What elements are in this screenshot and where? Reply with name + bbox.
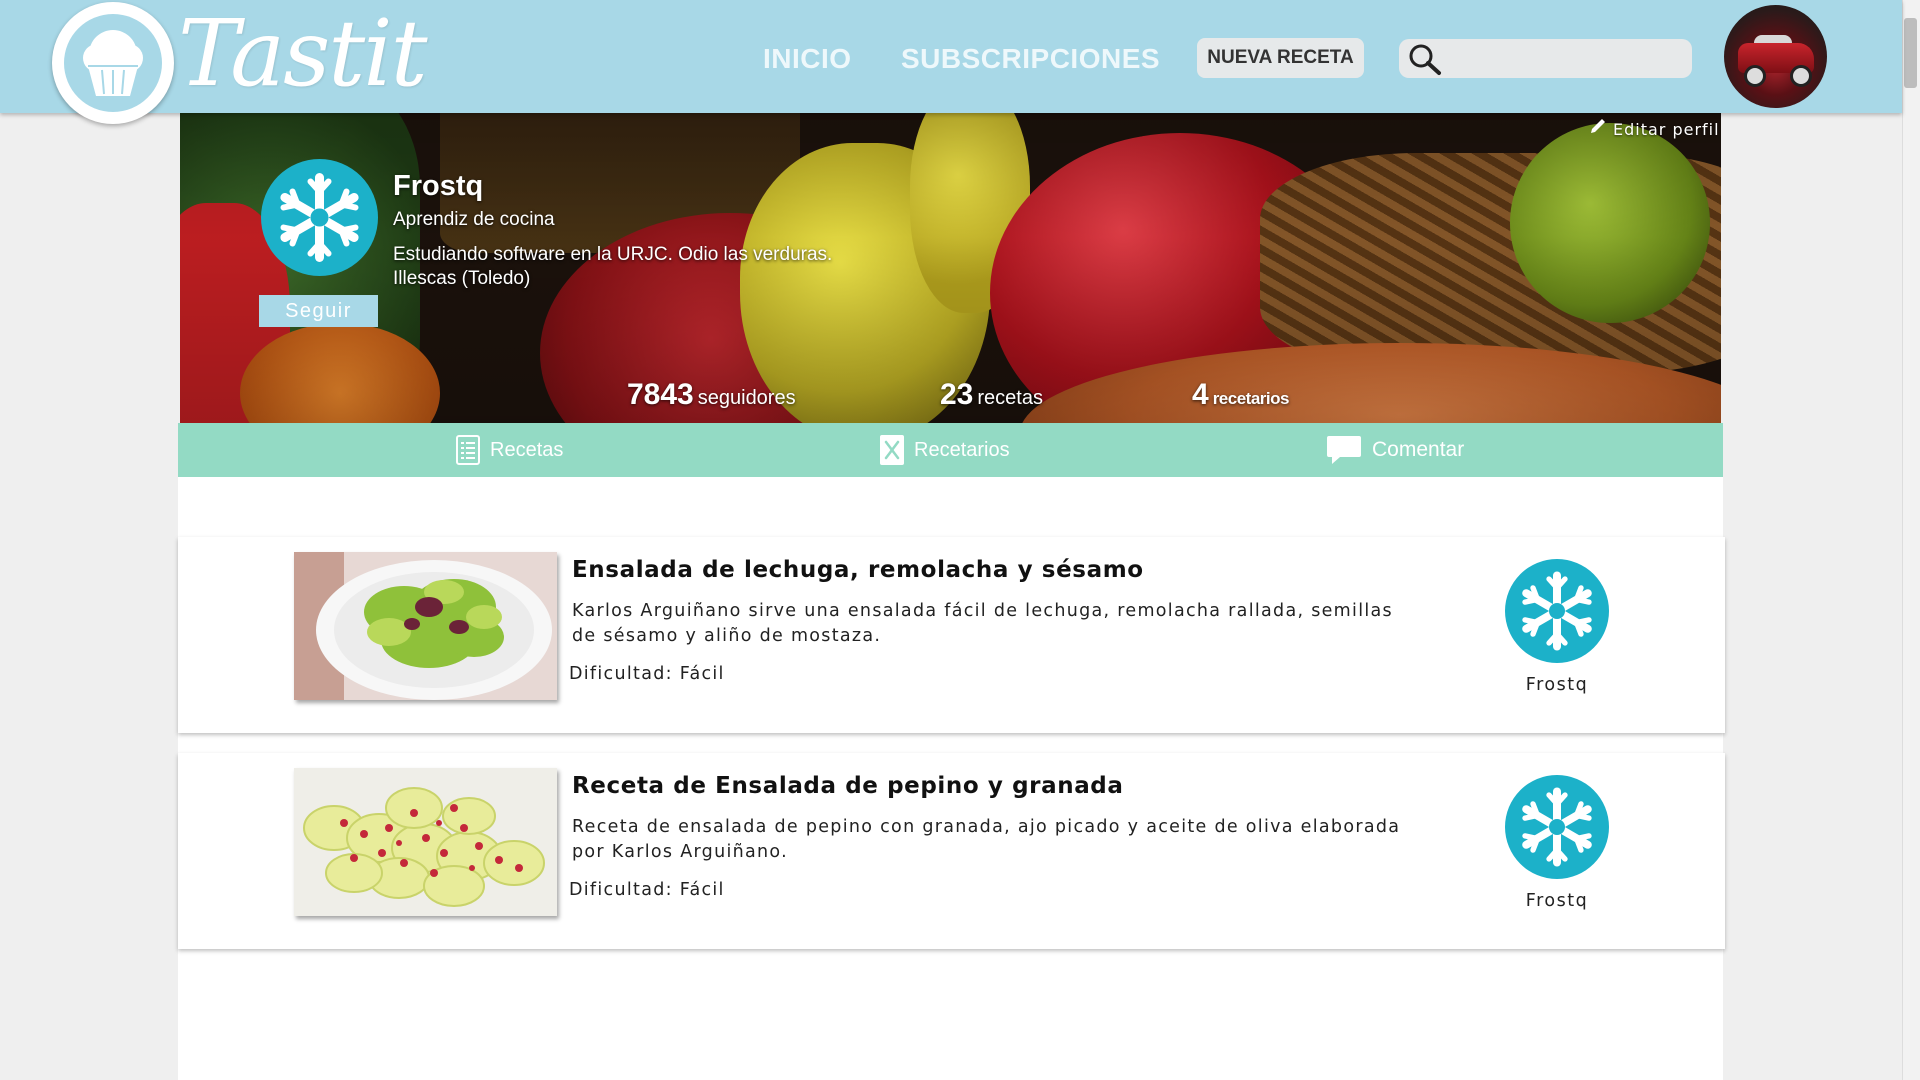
snowflake-icon [1522, 787, 1592, 867]
stat-label: recetarios [1212, 389, 1290, 408]
recipe-description: Receta de ensalada de pepino con granada… [572, 817, 1401, 862]
follow-button[interactable]: Seguir [259, 295, 378, 327]
new-recipe-button[interactable]: NUEVA RECETA [1197, 38, 1364, 78]
stat-followers[interactable]: 7843 seguidores [627, 378, 796, 412]
recipe-title[interactable]: Receta de Ensalada de pepino y granada [572, 773, 1124, 799]
profile-location: Illescas (Toledo) [393, 268, 531, 289]
edit-profile-label: Editar perfil [1613, 120, 1720, 139]
search-icon[interactable] [1407, 42, 1443, 76]
search-input[interactable] [1445, 45, 1684, 73]
edit-profile-link[interactable]: Editar perfil [1589, 117, 1720, 139]
profile-bio: Estudiando software en la URJC. Odio las… [393, 244, 833, 265]
tab-comentar-label: Comentar [1372, 438, 1465, 461]
tab-recetas[interactable]: Recetas [456, 423, 563, 477]
author-avatar[interactable] [1505, 775, 1609, 879]
author-name[interactable]: Frostq [1478, 891, 1636, 911]
recipe-description: Karlos Arguiñano sirve una ensalada fáci… [572, 601, 1393, 646]
cookbook-icon [880, 435, 904, 465]
search-box [1399, 39, 1692, 78]
author-avatar[interactable] [1505, 559, 1609, 663]
scrollbar[interactable] [1902, 0, 1920, 1080]
profile-tabs: Recetas Recetarios Comentar [178, 423, 1723, 477]
snowflake-icon [1522, 571, 1592, 651]
snowflake-icon [280, 173, 359, 262]
profile-rank: Aprendiz de cocina [393, 209, 555, 230]
recipe-title[interactable]: Ensalada de lechuga, remolacha y sésamo [572, 557, 1144, 583]
author-name[interactable]: Frostq [1478, 675, 1636, 695]
logo-badge[interactable] [52, 2, 174, 124]
recipe-card[interactable]: Ensalada de lechuga, remolacha y sésamo … [178, 537, 1725, 733]
stat-value: 7843 [627, 378, 694, 411]
recipe-difficulty: Dificultad: Fácil [569, 664, 725, 684]
tab-recetarios-label: Recetarios [914, 438, 1010, 461]
tab-recetarios[interactable]: Recetarios [880, 423, 1010, 477]
profile-name: Frostq [393, 170, 484, 202]
recipe-difficulty: Dificultad: Fácil [569, 880, 725, 900]
stat-cookbooks[interactable]: 4 recetarios [1192, 378, 1289, 412]
profile-avatar [261, 159, 378, 276]
stat-value: 4 [1192, 378, 1209, 411]
app-logo-text[interactable]: Tastit [178, 4, 428, 104]
nav-inicio[interactable]: INICIO [763, 43, 852, 75]
pencil-icon [1589, 117, 1607, 139]
comment-icon [1327, 436, 1361, 464]
cupcake-icon [83, 30, 143, 96]
recipe-card[interactable]: Receta de Ensalada de pepino y granada R… [178, 753, 1725, 949]
list-icon [456, 435, 480, 465]
tab-comentar[interactable]: Comentar [1326, 423, 1464, 477]
stat-label: seguidores [697, 387, 796, 409]
recipe-image[interactable] [294, 552, 557, 700]
recipe-image[interactable] [294, 768, 557, 916]
nav-subscripciones[interactable]: SUBSCRIPCIONES [901, 43, 1160, 75]
stat-label: recetas [977, 387, 1043, 409]
stat-recipes[interactable]: 23 recetas [940, 378, 1043, 412]
scrollbar-thumb[interactable] [1904, 18, 1917, 88]
tab-recetas-label: Recetas [490, 438, 564, 461]
user-avatar[interactable] [1724, 5, 1827, 108]
stat-value: 23 [940, 378, 974, 411]
